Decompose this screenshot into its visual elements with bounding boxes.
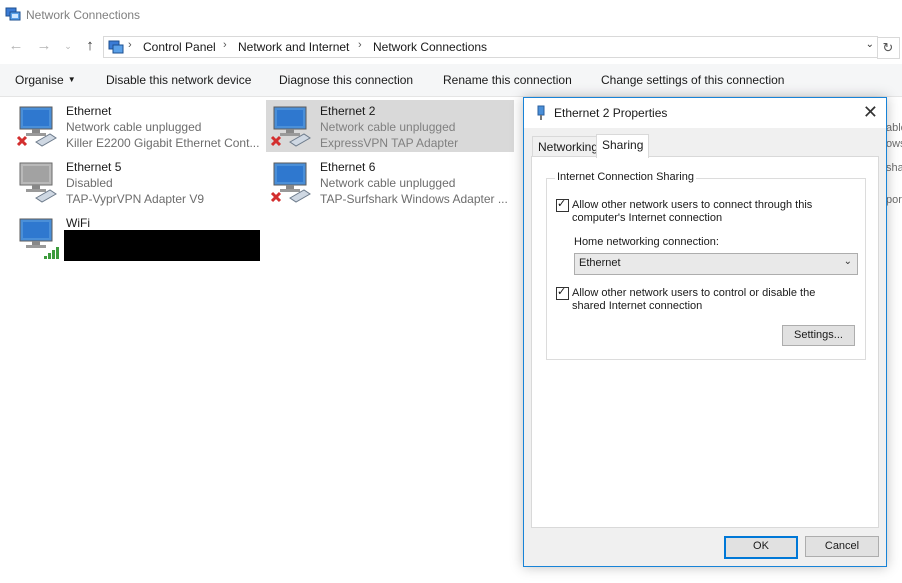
dialog-titlebar: Ethernet 2 Properties ✕ (524, 98, 886, 128)
redacted-block (64, 230, 260, 261)
allow-connect-checkbox[interactable] (556, 197, 569, 212)
breadcrumb-separator-icon: › (128, 39, 132, 51)
breadcrumb-network-connections[interactable]: Network Connections (373, 40, 487, 54)
adapter-name: Ethernet 2 (320, 104, 376, 118)
adapter-device: ExpressVPN TAP Adapter (320, 136, 459, 150)
window-title: Network Connections (26, 8, 141, 22)
ics-groupbox: Internet Connection Sharing Allow other … (546, 171, 866, 360)
adapter-device: TAP-VyprVPN Adapter V9 (66, 192, 205, 206)
up-arrow-icon[interactable]: ↑ (81, 37, 99, 55)
adapter-status: Network cable unplugged (66, 120, 202, 134)
back-arrow-icon[interactable]: ← (7, 37, 25, 55)
allow-control-checkbox[interactable] (556, 285, 569, 300)
breadcrumb-control-panel[interactable]: Control Panel (143, 40, 216, 54)
clipped-text: por (886, 194, 902, 206)
clipped-text: ows (886, 138, 902, 150)
chevron-down-icon: ⌄ (843, 256, 852, 267)
window-titlebar: Network Connections (0, 0, 902, 30)
adapter-device: Killer E2200 Gigabit Ethernet Cont... (66, 136, 260, 150)
forward-arrow-icon[interactable]: → (35, 37, 53, 55)
clipped-text: able (886, 122, 902, 134)
adapter-name: Ethernet 5 (66, 160, 122, 174)
allow-control-label[interactable]: Allow other network users to control or … (572, 287, 832, 313)
adapter-name: Ethernet (66, 104, 112, 118)
network-connections-icon (5, 7, 21, 21)
adapter-status: Network cable unplugged (320, 176, 456, 190)
command-bar: Organise ▼ Disable this network device Di… (0, 64, 902, 97)
breadcrumb-separator-icon: › (223, 39, 227, 51)
cancel-button[interactable]: Cancel (805, 536, 879, 557)
home-networking-select[interactable]: Ethernet ⌄ (574, 253, 858, 275)
network-adapter-disabled-icon (19, 162, 57, 203)
adapter-ethernet-2[interactable]: Ethernet 2 Network cable unplugged Expre… (266, 100, 514, 152)
address-dropdown-icon[interactable]: ⌄ (866, 39, 874, 50)
home-networking-value: Ethernet (579, 257, 621, 269)
home-networking-label: Home networking connection: (574, 236, 719, 248)
sharing-tab-panel: Internet Connection Sharing Allow other … (531, 156, 879, 528)
wifi-adapter-icon (19, 218, 59, 259)
close-icon[interactable]: ✕ (863, 102, 878, 122)
ok-button[interactable]: OK (724, 536, 798, 559)
tab-networking[interactable]: Networking (532, 136, 605, 157)
recent-locations-chevron-icon[interactable]: ⌄ (59, 37, 77, 55)
organise-menu-button[interactable]: Organise ▼ (15, 73, 76, 87)
dialog-title: Ethernet 2 Properties (554, 106, 668, 120)
adapter-device: TAP-Surfshark Windows Adapter ... (320, 192, 508, 206)
clipped-text: sha (886, 162, 902, 174)
refresh-icon[interactable]: ↻ (877, 37, 900, 59)
tab-sharing[interactable]: Sharing (596, 134, 650, 158)
adapter-name: WiFi (66, 216, 90, 230)
adapter-ethernet[interactable]: Ethernet Network cable unplugged Killer … (12, 100, 260, 152)
address-bar[interactable]: › Control Panel › Network and Internet ›… (103, 36, 878, 58)
organise-label: Organise (15, 73, 64, 87)
adapter-name: Ethernet 6 (320, 160, 376, 174)
allow-connect-label[interactable]: Allow other network users to connect thr… (572, 199, 832, 225)
navigation-bar: ← → ⌄ ↑ › Control Panel › Network and In… (0, 34, 902, 60)
change-settings-button[interactable]: Change settings of this connection (601, 73, 784, 87)
group-title: Internet Connection Sharing (555, 171, 696, 183)
adapter-ethernet-6[interactable]: Ethernet 6 Network cable unplugged TAP-S… (266, 156, 514, 208)
ethernet-port-icon (537, 105, 545, 120)
diagnose-connection-button[interactable]: Diagnose this connection (279, 73, 413, 87)
adapter-ethernet-5[interactable]: Ethernet 5 Disabled TAP-VyprVPN Adapter … (12, 156, 260, 208)
caret-down-icon: ▼ (67, 75, 76, 84)
adapter-status: Network cable unplugged (320, 120, 456, 134)
network-adapter-unplugged-icon (16, 106, 57, 147)
settings-button[interactable]: Settings... (782, 325, 855, 346)
rename-connection-button[interactable]: Rename this connection (443, 73, 572, 87)
network-adapter-unplugged-icon (270, 162, 311, 203)
breadcrumb-network-and-internet[interactable]: Network and Internet (238, 40, 349, 54)
adapter-status: Disabled (66, 176, 113, 190)
properties-dialog: Ethernet 2 Properties ✕ Networking Shari… (523, 97, 887, 567)
disable-device-button[interactable]: Disable this network device (106, 73, 251, 87)
control-panel-icon (108, 40, 124, 54)
breadcrumb-separator-icon: › (358, 39, 362, 51)
network-adapter-unplugged-icon (270, 106, 311, 147)
